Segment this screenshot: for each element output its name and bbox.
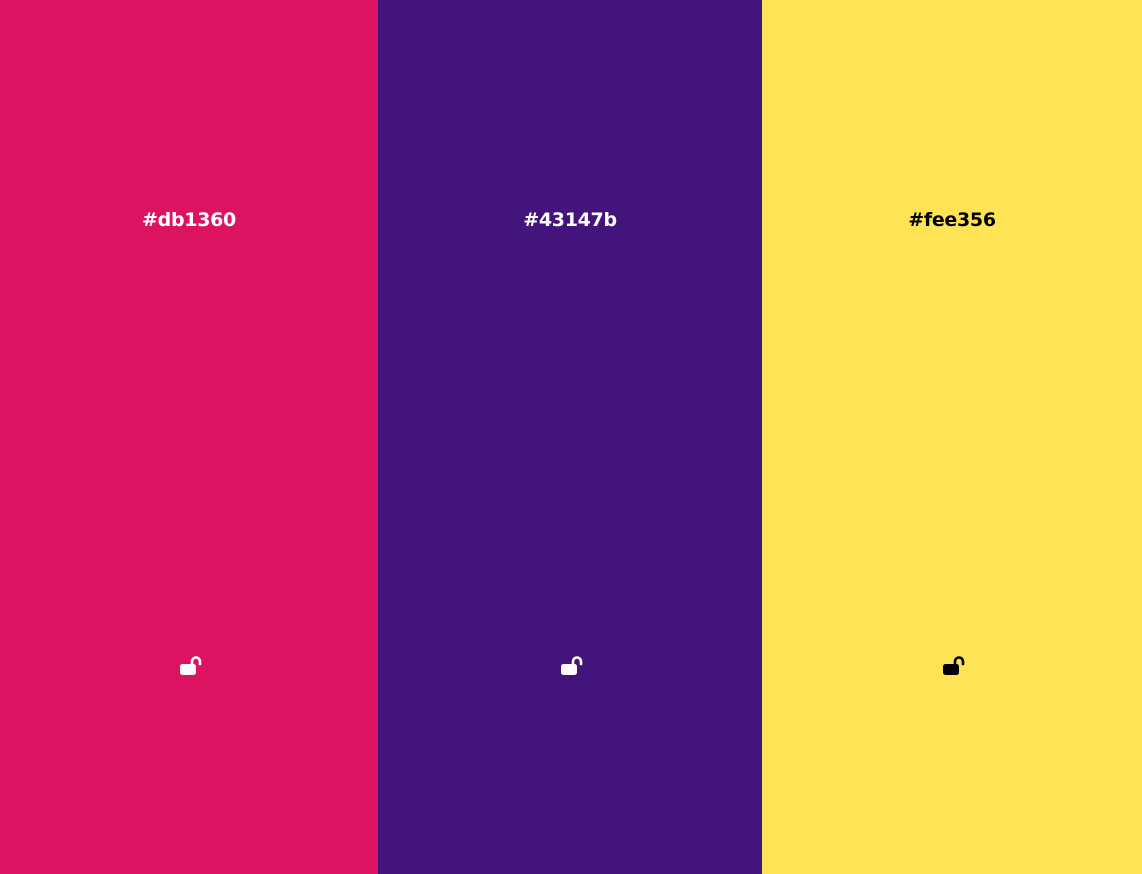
lock-open-icon — [180, 656, 202, 675]
hex-code-label[interactable]: #43147b — [378, 207, 762, 233]
lock-toggle-button[interactable] — [177, 652, 205, 680]
lock-open-icon — [561, 656, 583, 675]
hex-code-label[interactable]: #db1360 — [0, 207, 378, 233]
color-palette: #db1360 #43147b #fee356 — [0, 0, 1142, 874]
lock-open-icon — [943, 656, 965, 675]
color-swatch[interactable]: #43147b — [378, 0, 762, 874]
color-swatch[interactable]: #db1360 — [0, 0, 378, 874]
lock-toggle-button[interactable] — [940, 652, 968, 680]
lock-toggle-button[interactable] — [558, 652, 586, 680]
color-swatch[interactable]: #fee356 — [762, 0, 1142, 874]
hex-code-label[interactable]: #fee356 — [762, 207, 1142, 233]
